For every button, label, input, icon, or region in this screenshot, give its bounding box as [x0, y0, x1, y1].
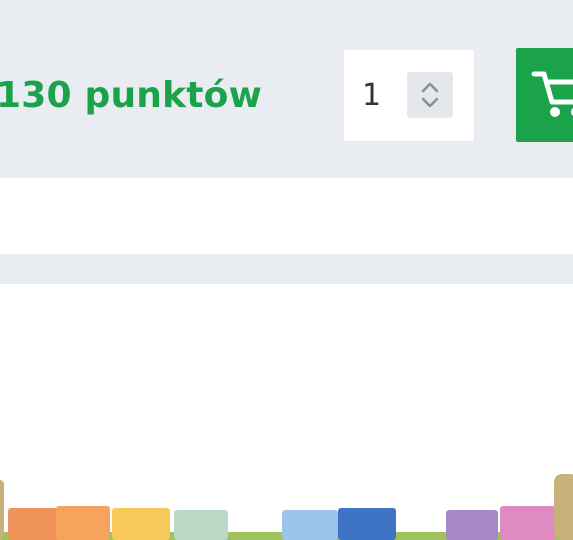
product-page: 130 punktów 1: [0, 0, 573, 540]
section-divider: [0, 254, 573, 284]
content-band: [0, 178, 573, 254]
shopping-cart-icon: [531, 71, 573, 117]
quantity-value[interactable]: 1: [362, 76, 381, 116]
points-price: 130 punktów: [0, 75, 263, 116]
quantity-stepper[interactable]: 1: [344, 50, 474, 141]
chevron-up-down-icon[interactable]: [407, 72, 453, 118]
offer-bar: 130 punktów 1: [0, 0, 573, 178]
product-image: [0, 284, 573, 540]
add-to-cart-button[interactable]: [516, 48, 573, 142]
